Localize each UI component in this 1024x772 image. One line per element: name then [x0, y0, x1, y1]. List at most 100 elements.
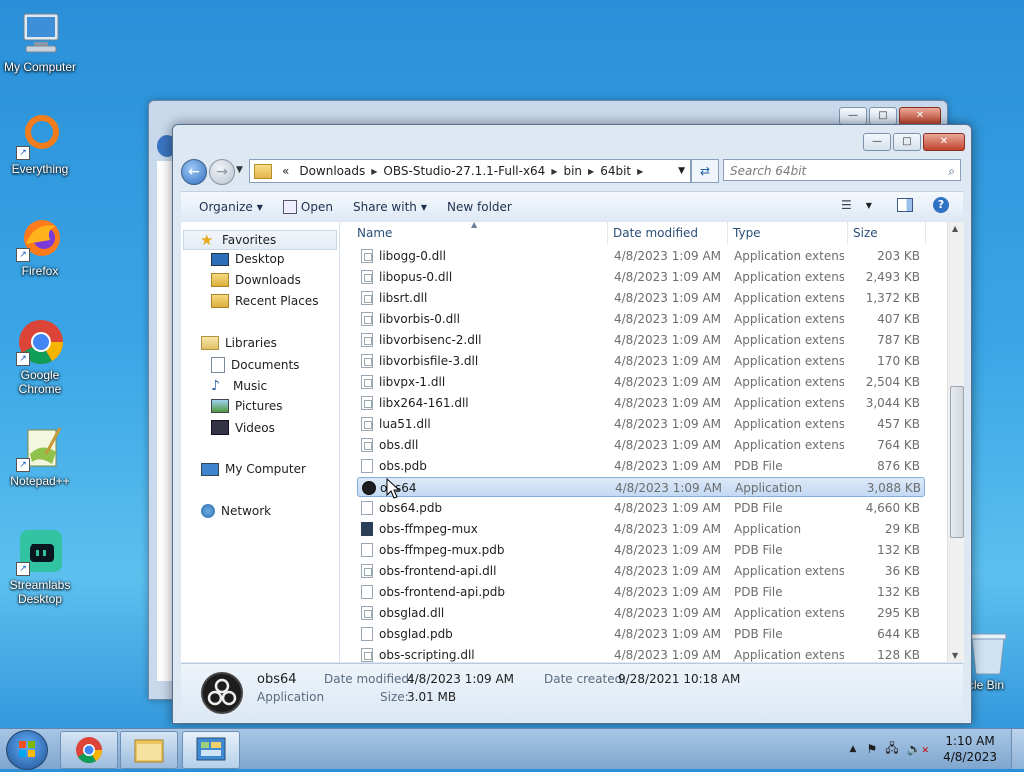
nav-documents[interactable]: Documents [211, 357, 299, 373]
breadcrumb-bin[interactable]: bin [563, 164, 582, 178]
close-button[interactable]: ✕ [923, 133, 965, 151]
file-row[interactable]: libopus-0.dll 4/8/2023 1:09 AM Application… [357, 267, 925, 287]
network-icon[interactable]: 🖧 [885, 739, 898, 760]
breadcrumb-chevron-icon[interactable]: ▶ [637, 167, 643, 176]
nav-favorites[interactable]: ★ Favorites [183, 230, 337, 250]
show-hidden-icons-icon[interactable]: ▲ [850, 744, 857, 754]
details-pane: obs64 Application Date modified: 4/8/202… [181, 663, 963, 720]
maximize-button[interactable]: □ [869, 107, 897, 125]
column-header-name[interactable]: Name ▲ [351, 220, 608, 244]
organize-label: Organize [199, 200, 253, 214]
file-size: 170 KB [877, 354, 920, 368]
desktop-icon-notepadpp[interactable]: ↗ Notepad++ [0, 424, 80, 488]
control-panel-icon [196, 737, 226, 761]
breadcrumb-64bit[interactable]: 64bit [600, 164, 631, 178]
taskbar-explorer-button[interactable] [120, 731, 178, 769]
nav-recent-places[interactable]: Recent Places [211, 294, 318, 308]
clock[interactable]: 1:10 AM 4/8/2023 [943, 733, 997, 765]
file-row[interactable]: obs-scripting.dll 4/8/2023 1:09 AM Applica… [357, 645, 925, 665]
details-date-created-label: Date created: [544, 672, 627, 686]
forward-button[interactable]: → [209, 159, 235, 185]
back-button[interactable]: ← [181, 159, 207, 185]
nav-downloads[interactable]: Downloads [211, 273, 301, 287]
file-row[interactable]: libsrt.dll 4/8/2023 1:09 AM Application ex… [357, 288, 925, 308]
volume-muted-icon[interactable]: 🔈✕ [907, 742, 930, 756]
file-row[interactable]: libvorbis-0.dll 4/8/2023 1:09 AM Applicati… [357, 309, 925, 329]
refresh-button[interactable]: ⇄ [691, 159, 719, 183]
file-row[interactable]: obs-frontend-api.dll 4/8/2023 1:09 AM Appl… [357, 561, 925, 581]
desktop-icon-chrome[interactable]: ↗ Google Chrome [0, 318, 80, 396]
breadcrumb[interactable]: « Downloads ▶ OBS-Studio-27.1.1-Full-x64 ▶… [249, 159, 691, 183]
flag-icon[interactable]: ⚑ [866, 742, 877, 756]
nav-pictures[interactable]: Pictures [211, 399, 283, 413]
scroll-down-arrow-icon[interactable]: ▼ [952, 651, 958, 660]
desktop-icon-my-computer[interactable]: My Computer [0, 10, 80, 74]
help-button[interactable]: ? [933, 197, 949, 213]
scrollbar-thumb[interactable] [950, 386, 964, 538]
address-dropdown-icon[interactable]: ▼ [678, 166, 685, 176]
scroll-up-arrow-icon[interactable]: ▲ [952, 224, 958, 233]
file-row[interactable]: libogg-0.dll 4/8/2023 1:09 AM Application … [357, 246, 925, 266]
file-name: libogg-0.dll [379, 249, 446, 263]
nav-network[interactable]: Network [201, 504, 271, 518]
start-button[interactable] [6, 730, 48, 770]
column-label: Date modified [613, 226, 699, 240]
vertical-scrollbar[interactable]: ▲ ▼ [947, 222, 964, 662]
file-row[interactable]: obs-frontend-api.pdb 4/8/2023 1:09 AM PDB … [357, 582, 925, 602]
search-icon[interactable]: ⌕ [948, 160, 955, 182]
minimize-button[interactable]: — [839, 107, 867, 125]
file-name: libsrt.dll [379, 291, 428, 305]
desktop-icon-streamlabs[interactable]: ↗ Streamlabs Desktop [0, 528, 80, 606]
preview-pane-button[interactable] [897, 198, 913, 212]
file-row[interactable]: lua51.dll 4/8/2023 1:09 AM Application ext… [357, 414, 925, 434]
breadcrumb-obs-studio[interactable]: OBS-Studio-27.1.1-Full-x64 [383, 164, 545, 178]
file-row[interactable]: obs64 4/8/2023 1:09 AM Application 3,088 KB [357, 477, 925, 497]
nav-videos[interactable]: Videos [211, 420, 275, 435]
nav-desktop[interactable]: Desktop [211, 252, 285, 266]
breadcrumb-chevron-icon[interactable]: ▶ [551, 167, 557, 176]
nav-libraries[interactable]: Libraries [201, 336, 277, 350]
file-row[interactable]: libvorbisfile-3.dll 4/8/2023 1:09 AM Appli… [357, 351, 925, 371]
preview-pane-icon [897, 198, 913, 212]
file-date-modified: 4/8/2023 1:09 AM [614, 438, 722, 452]
breadcrumb-overflow[interactable]: « [282, 164, 289, 178]
new-folder-button[interactable]: New folder [447, 200, 512, 214]
open-button[interactable]: Open [282, 200, 333, 214]
breadcrumb-downloads[interactable]: Downloads [299, 164, 365, 178]
breadcrumb-chevron-icon[interactable]: ▶ [588, 167, 594, 176]
view-options-button[interactable]: ☰ ▼ [841, 198, 872, 212]
file-row[interactable]: obsglad.pdb 4/8/2023 1:09 AM PDB File 644 K… [357, 624, 925, 644]
file-row[interactable]: obs64.pdb 4/8/2023 1:09 AM PDB File 4,660 K… [357, 498, 925, 518]
search-input[interactable]: Search 64bit ⌕ [723, 159, 961, 181]
breadcrumb-chevron-icon[interactable]: ▶ [371, 167, 377, 176]
file-size: 295 KB [877, 606, 920, 620]
file-row[interactable]: libx264-161.dll 4/8/2023 1:09 AM Applicati… [357, 393, 925, 413]
file-row[interactable]: libvorbisenc-2.dll 4/8/2023 1:09 AM Applic… [357, 330, 925, 350]
file-row[interactable]: libvpx-1.dll 4/8/2023 1:09 AM Application … [357, 372, 925, 392]
desktop-icon-firefox[interactable]: ↗ Firefox [0, 214, 80, 278]
nav-my-computer[interactable]: My Computer [201, 462, 306, 476]
file-row[interactable]: obs.pdb 4/8/2023 1:09 AM PDB File 876 KB [357, 456, 925, 476]
column-header-type[interactable]: Type [727, 222, 848, 244]
chevron-down-icon: ▼ [256, 202, 263, 212]
desktop-icon-everything[interactable]: ↗ Everything [0, 112, 80, 176]
minimize-button[interactable]: — [863, 133, 891, 151]
maximize-button[interactable]: □ [893, 133, 921, 151]
file-row[interactable]: obs-ffmpeg-mux.pdb 4/8/2023 1:09 AM PDB Fi… [357, 540, 925, 560]
column-header-date[interactable]: Date modified [607, 222, 728, 244]
taskbar-control-panel-button[interactable] [182, 731, 240, 769]
show-desktop-button[interactable] [1011, 729, 1024, 769]
close-button[interactable]: ✕ [899, 107, 941, 125]
file-row[interactable]: obsglad.dll 4/8/2023 1:09 AM Application e… [357, 603, 925, 623]
share-with-button[interactable]: Share with ▼ [353, 200, 427, 214]
new-folder-label: New folder [447, 200, 512, 214]
explorer-window[interactable]: — □ ✕ ← → ▼ « Downloads ▶ OBS-Studio-27.1… [172, 124, 972, 724]
recent-pages-dropdown[interactable]: ▼ [236, 165, 243, 175]
taskbar-chrome-button[interactable] [60, 731, 118, 769]
nav-music[interactable]: ♪ Music [211, 378, 267, 394]
desktop-icon-label: Google Chrome [18, 368, 62, 396]
column-header-size[interactable]: Size [847, 222, 926, 244]
organize-button[interactable]: Organize ▼ [199, 200, 263, 214]
file-row[interactable]: obs-ffmpeg-mux 4/8/2023 1:09 AM Applicatio… [357, 519, 925, 539]
file-row[interactable]: obs.dll 4/8/2023 1:09 AM Application exten… [357, 435, 925, 455]
